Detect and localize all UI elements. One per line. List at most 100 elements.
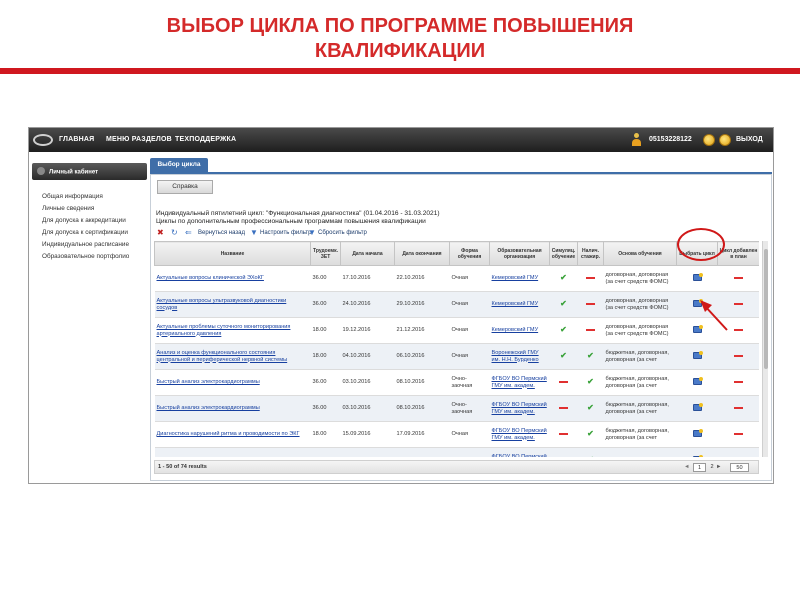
page-input[interactable]: 1 [693, 463, 706, 472]
filter-button[interactable]: Настроить фильтр [260, 230, 312, 236]
tab-cycle-select[interactable]: Выбор цикла [150, 158, 208, 172]
org-link[interactable]: ФГБОУ ВО Пермский ГМУ им. академ. [489, 421, 550, 448]
cycle-basis: бюджетная, договорная, договорная (за сч… [603, 369, 677, 396]
cycle-end: 08.10.2016 [394, 369, 450, 396]
col-end[interactable]: Дата окончания [394, 241, 450, 266]
cycle-name-link[interactable]: Быстрый анализ электрокардиограммы [154, 395, 311, 422]
org-link[interactable]: Воронежский ГМУ им. Н.Н. Бурденко [489, 343, 550, 370]
cycle-name-link[interactable]: Диагностика нарушений ритма и проводимос… [154, 421, 311, 448]
select-cycle-icon[interactable] [692, 272, 703, 281]
table-row[interactable]: Анализ и оценка функционального состояни… [154, 343, 759, 370]
zoom-out-icon[interactable] [719, 134, 731, 146]
pager: 1 - 50 of 74 results ◄ 1 2 ► 50 [154, 460, 759, 474]
col-form[interactable]: Форма обучения [449, 241, 490, 266]
reset-filter-icon[interactable]: ▼ [308, 229, 316, 237]
col-start[interactable]: Дата начала [340, 241, 395, 266]
sidebar-header[interactable]: Личный кабинет [32, 163, 147, 180]
org-link[interactable]: Кемеровский ГМУ [489, 291, 550, 318]
cycle-name-link[interactable]: Актуальные проблемы суточного мониториро… [154, 317, 311, 344]
cycle-basis: бюджетная, [603, 447, 677, 457]
dash-icon [559, 406, 568, 409]
select-cycle-icon[interactable] [692, 428, 703, 437]
back-icon[interactable]: ⇐ [185, 229, 192, 237]
cycles-grid: Название Трудоемк. ЗЕТ Дата начала Дата … [154, 241, 759, 457]
exit-link[interactable]: ВЫХОД [736, 136, 763, 143]
cycle-form: Очная [449, 343, 490, 370]
cycle-name-link[interactable]: Анализ и оценка функционального состояни… [154, 343, 311, 370]
back-button[interactable]: Вернуться назад [198, 230, 245, 236]
close-icon[interactable]: ✖ [157, 229, 164, 237]
grid-toolbar: ✖ ↻ ⇐ Вернуться назад ▼ Настроить фильтр… [154, 227, 759, 240]
user-icon [632, 133, 641, 147]
added-to-plan-cell [717, 343, 759, 370]
col-name[interactable]: Название [154, 241, 311, 266]
org-link[interactable]: ФГБОУ ВО Пермский ГМУ [489, 447, 550, 457]
col-sim[interactable]: Симуляц. обучение [549, 241, 578, 266]
table-row[interactable]: Актуальные вопросы клинической ЭХоКГ 36.0… [154, 265, 759, 292]
nav-home[interactable]: ГЛАВНАЯ [59, 136, 94, 143]
table-row[interactable]: Диагностика нарушений ритма и проводимос… [154, 447, 759, 457]
select-cycle-icon[interactable] [692, 454, 703, 457]
select-cycle-icon[interactable] [692, 298, 703, 307]
sidebar-item-personal[interactable]: Личные сведения [42, 203, 147, 215]
check-icon: ✔ [587, 376, 594, 386]
prev-page-icon[interactable]: ◄ [684, 463, 690, 472]
table-row[interactable]: Быстрый анализ электрокардиограммы 36.00 0… [154, 395, 759, 422]
next-page-icon[interactable]: ► [716, 463, 722, 472]
sidebar-item-accreditation[interactable]: Для допуска к аккредитации [42, 215, 147, 227]
cycle-zet: 18.00 [310, 447, 341, 457]
scroll-thumb[interactable] [764, 249, 768, 369]
cycle-name-link[interactable]: Актуальные вопросы клинической ЭХоКГ [154, 265, 311, 292]
table-row[interactable]: Быстрый анализ электрокардиограммы 36.00 0… [154, 369, 759, 396]
nav-support[interactable]: ТЕХПОДДЕРЖКА [175, 136, 236, 143]
select-cycle-cell [676, 369, 718, 396]
sidebar-title: Личный кабинет [49, 169, 99, 176]
dash-icon [586, 276, 595, 279]
sidebar-item-certification[interactable]: Для допуска к сертификации [42, 227, 147, 239]
reset-filter-button[interactable]: Сбросить фильтр [318, 230, 367, 236]
org-link[interactable]: Кемеровский ГМУ [489, 317, 550, 344]
refresh-icon[interactable]: ↻ [171, 229, 178, 237]
tab-panel: Справка Индивидуальный пятилетний цикл: … [150, 174, 772, 481]
table-row[interactable]: Актуальные проблемы суточного мониториро… [154, 317, 759, 344]
sidebar-item-portfolio[interactable]: Образовательное портфолио [42, 251, 147, 263]
select-cycle-icon[interactable] [692, 324, 703, 333]
cycle-info: Индивидуальный пятилетний цикл: "Функцио… [156, 210, 440, 217]
logo-icon[interactable] [33, 134, 53, 146]
cycle-zet: 36.00 [310, 369, 341, 396]
filter-icon[interactable]: ▼ [250, 229, 258, 237]
cycle-name-link[interactable]: Быстрый анализ электрокардиограммы [154, 369, 311, 396]
col-basis[interactable]: Основа обучения [603, 241, 677, 266]
dash-icon [734, 328, 743, 331]
select-cycle-icon[interactable] [692, 350, 703, 359]
org-link[interactable]: ФГБОУ ВО Пермский ГМУ им. академ. [489, 395, 550, 422]
zoom-in-icon[interactable] [703, 134, 715, 146]
dash-icon [734, 276, 743, 279]
cycle-name-link[interactable]: Актуальные вопросы ультразвуковой диагно… [154, 291, 311, 318]
added-to-plan-cell [717, 421, 759, 448]
select-cycle-cell [676, 421, 718, 448]
org-link[interactable]: ФГБОУ ВО Пермский ГМУ им. академ. [489, 369, 550, 396]
grid-scrollbar[interactable] [762, 241, 768, 457]
table-row[interactable]: Диагностика нарушений ритма и проводимос… [154, 421, 759, 448]
sidebar-item-schedule[interactable]: Индивидуальное расписание [42, 239, 147, 251]
org-link[interactable]: Кемеровский ГМУ [489, 265, 550, 292]
added-to-plan-cell [717, 369, 759, 396]
nav-menu[interactable]: МЕНЮ РАЗДЕЛОВ [106, 136, 172, 143]
cycle-end: 17.09.2016 [394, 447, 450, 457]
col-org[interactable]: Образовательная организация [489, 241, 550, 266]
added-to-plan-cell [717, 291, 759, 318]
added-to-plan-cell [717, 265, 759, 292]
page-size-select[interactable]: 50 [730, 463, 749, 472]
help-button[interactable]: Справка [157, 180, 213, 194]
col-zet[interactable]: Трудоемк. ЗЕТ [310, 241, 341, 266]
annotation-circle [677, 228, 725, 261]
table-row[interactable]: Актуальные вопросы ультразвуковой диагно… [154, 291, 759, 318]
sidebar-item-general[interactable]: Общая информация [42, 191, 147, 203]
dash-icon [734, 432, 743, 435]
select-cycle-icon[interactable] [692, 402, 703, 411]
select-cycle-icon[interactable] [692, 376, 703, 385]
select-cycle-cell [676, 343, 718, 370]
col-intern[interactable]: Налич. стажир. [577, 241, 604, 266]
cycle-name-link[interactable]: Диагностика нарушений ритма и проводимос… [154, 447, 311, 457]
